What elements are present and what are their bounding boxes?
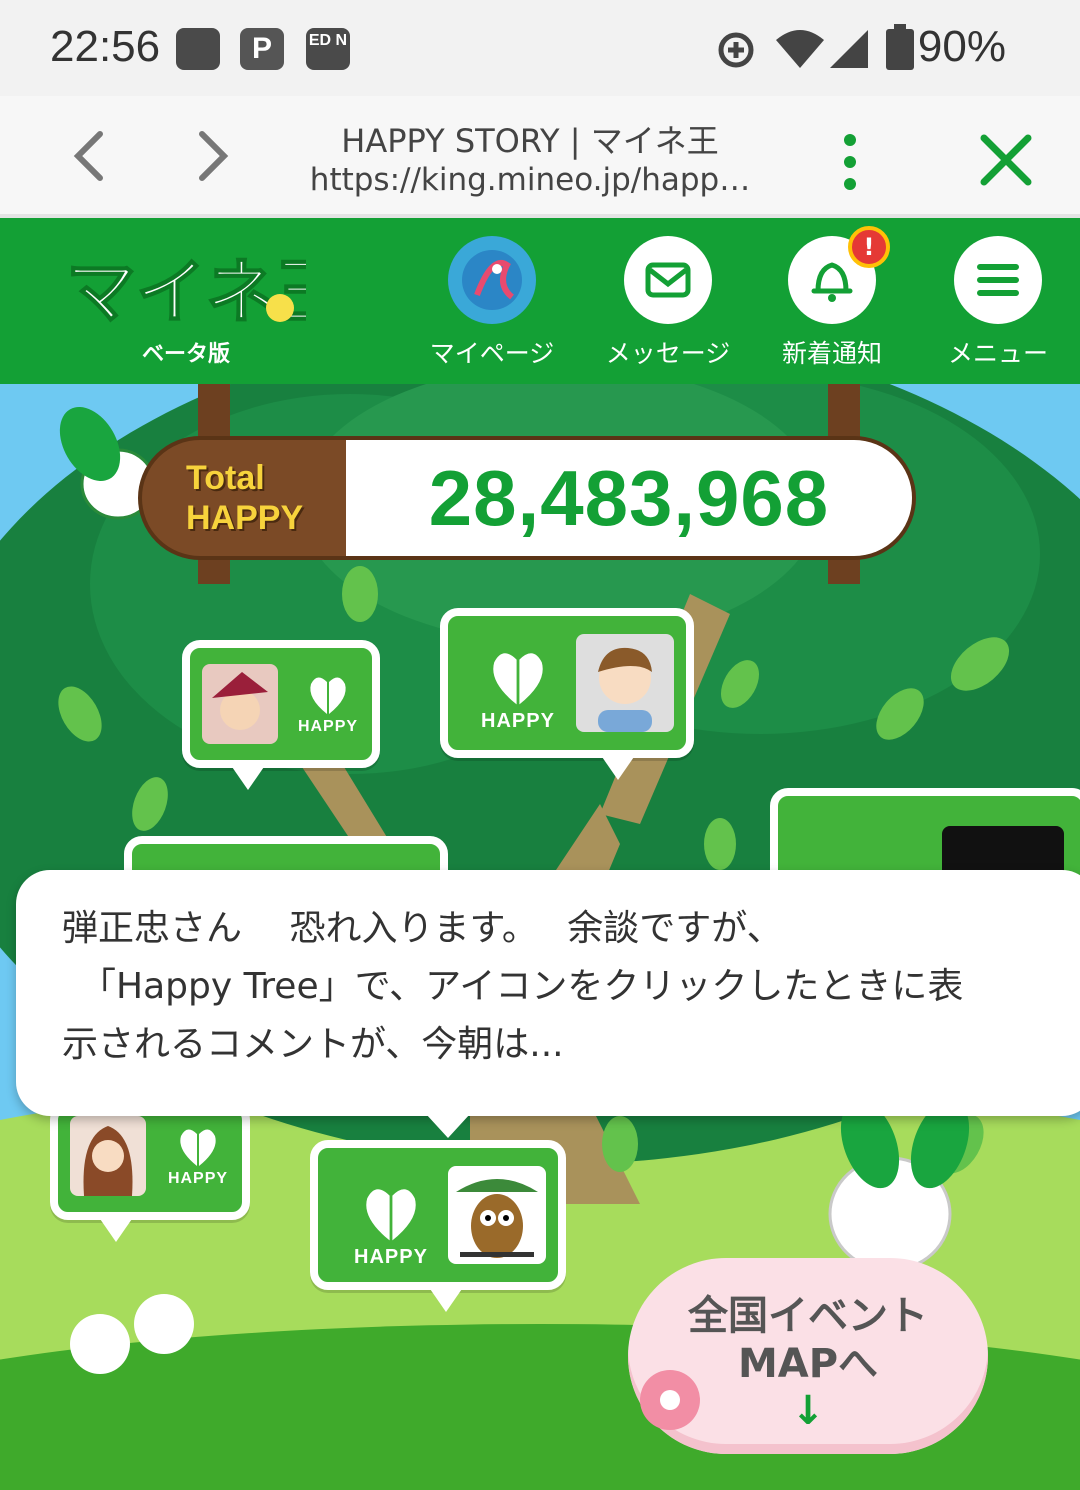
back-arrow-icon[interactable]	[66, 126, 116, 186]
happy-word: HAPPY	[167, 1170, 229, 1187]
counter-label-line1: Total	[186, 459, 265, 497]
data-saver-icon	[718, 32, 754, 68]
happy-heart-icon	[366, 1189, 416, 1241]
nav-label: メニュー	[947, 339, 1048, 368]
logo-icon: マイネ王	[65, 250, 347, 334]
counter-value: 28,483,968	[428, 453, 830, 542]
forward-arrow-icon[interactable]	[186, 126, 236, 186]
bell-icon: !	[788, 226, 890, 324]
happy-card[interactable]: HAPPY	[310, 1140, 566, 1312]
happy-word: HAPPY	[297, 718, 359, 735]
user-avatar	[202, 664, 278, 744]
nav-notifications[interactable]: ! 新着通知	[762, 226, 902, 370]
browser-toolbar: HAPPY STORY | マイネ王 https://king.mineo.jp…	[0, 96, 1080, 218]
happy-mark: HAPPY	[158, 1120, 238, 1188]
tooltip-line: 示されるコメントが、今朝は...	[62, 1024, 564, 1065]
logo-text: マイネ王	[66, 251, 306, 333]
tooltip-line: 弾正忠さん 恐れ入ります。 余談ですが、	[62, 908, 783, 949]
user-avatar	[70, 1116, 146, 1196]
happy-mark: HAPPY	[468, 640, 568, 733]
happy-card[interactable]: HAPPY	[50, 1102, 250, 1242]
happy-card[interactable]: HAPPY	[440, 608, 694, 780]
nav-label: マイページ	[429, 339, 555, 368]
counter-label-line2: HAPPY	[186, 499, 304, 537]
happy-heart-icon	[180, 1129, 216, 1166]
envelope-icon	[624, 236, 712, 324]
happy-mark: HAPPY	[290, 668, 366, 736]
counter-value-box: 28,483,968	[346, 440, 912, 556]
status-time: 22:56	[50, 22, 161, 71]
total-happy-counter: Total HAPPY 28,483,968	[138, 436, 916, 560]
nav-mypage[interactable]: マイページ	[422, 236, 562, 370]
happy-card[interactable]: HAPPY	[182, 640, 380, 790]
flower-icon	[640, 1370, 700, 1430]
more-options-icon[interactable]	[836, 132, 864, 192]
hamburger-icon	[954, 236, 1042, 324]
edn-icon: ED N	[306, 28, 350, 70]
status-bar: 22:56 P ED N 90%	[0, 0, 1080, 96]
battery-icon	[886, 24, 914, 70]
comment-tooltip: 弾正忠さん 恐れ入ります。 余談ですが、 「Happy Tree」で、アイコンを…	[16, 870, 1080, 1138]
wifi-icon	[776, 30, 824, 68]
site-logo[interactable]: マイネ王	[65, 244, 347, 334]
happy-heart-icon	[310, 677, 346, 714]
user-avatar	[576, 634, 674, 732]
counter-label: Total HAPPY	[186, 458, 303, 538]
page-url[interactable]: https://king.mineo.jp/happ…	[300, 162, 760, 198]
event-map-button[interactable]: 全国イベント MAPへ ↓	[628, 1258, 988, 1454]
happy-word: HAPPY	[481, 710, 555, 732]
happy-word: HAPPY	[354, 1246, 428, 1268]
square-icon	[176, 28, 220, 70]
happy-heart-icon	[493, 653, 543, 705]
event-map-line1: 全国イベント	[688, 1293, 928, 1339]
signal-icon	[830, 30, 868, 68]
beta-label: ベータ版	[142, 342, 231, 367]
battery-percent: 90%	[917, 22, 1006, 71]
paypay-icon: P	[240, 28, 284, 70]
page-title: HAPPY STORY | マイネ王	[341, 122, 719, 160]
user-avatar	[448, 1166, 546, 1264]
tooltip-line: 「Happy Tree」で、アイコンをクリックしたときに表	[62, 966, 964, 1007]
nav-menu[interactable]: メニュー	[928, 236, 1068, 370]
close-icon[interactable]	[978, 132, 1034, 188]
nav-label: メッセージ	[605, 339, 731, 368]
notification-badge: !	[848, 226, 890, 268]
nav-message[interactable]: メッセージ	[598, 236, 738, 370]
nav-label: 新着通知	[781, 339, 882, 368]
avatar-icon	[448, 236, 536, 324]
site-header: マイネ王 ベータ版 マイページ メッセージ ! 新着通知 メニュー	[0, 218, 1080, 384]
happy-mark: HAPPY	[336, 1176, 446, 1269]
